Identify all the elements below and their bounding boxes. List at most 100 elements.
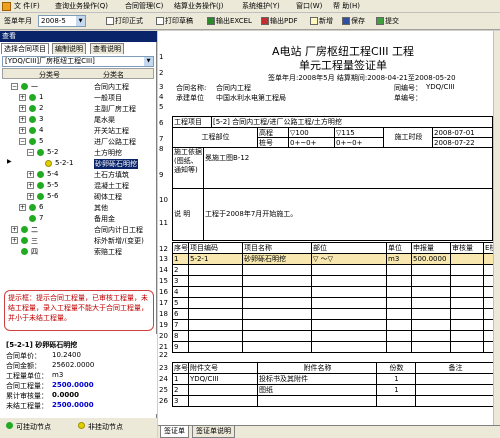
tree-node-name: 一般项目 (94, 94, 122, 102)
tree-node[interactable]: − 5-2 土方明挖 (2, 147, 154, 158)
basis-value[interactable]: 冕施工图B-12 (203, 147, 493, 189)
qty-cell-name[interactable] (242, 341, 312, 353)
row-number: 21 (159, 343, 168, 351)
expand-icon[interactable]: + (19, 116, 26, 123)
tree-node[interactable]: +5-5 混凝土工程 (2, 180, 154, 191)
tree-node-selected[interactable]: ▶ 5-2-1 砂卵砾石明挖 (2, 158, 154, 169)
contract-no: YDQ/CIII (426, 83, 455, 91)
tab-visa-notes[interactable]: 签证单说明 (192, 426, 235, 438)
menu-query[interactable]: 查询业务操作(Q) (55, 1, 108, 11)
row-number: 2 (159, 69, 164, 77)
node-dot-icon (21, 237, 28, 244)
collapse-icon[interactable]: − (27, 149, 34, 156)
expand-icon[interactable]: + (27, 193, 34, 200)
printer-icon (156, 17, 164, 25)
save-button[interactable]: 保存 (342, 15, 365, 27)
menu-contract[interactable]: 合同管理(C) (125, 1, 163, 11)
expand-icon[interactable]: + (11, 237, 18, 244)
tab-compile-notes[interactable]: 编制说明 (52, 43, 86, 54)
tree-node[interactable]: +5-4 土石方填筑 (2, 169, 154, 180)
info-audited: 0.0000 (52, 391, 80, 399)
period-value: 2008-5 (41, 17, 66, 25)
add-label: 新增 (319, 17, 333, 25)
print-formal-label: 打印正式 (115, 17, 143, 25)
tab-visa-sheet[interactable]: 签证单 (160, 426, 189, 438)
menu-system[interactable]: 系统维护(Y) (242, 1, 280, 11)
menu-settlement[interactable]: 结算业务操作(J) (174, 1, 224, 11)
menu-bar: 文 件(F) 查询业务操作(Q) 合同管理(C) 结算业务操作(J) 系统维护(… (0, 0, 500, 13)
tree-node[interactable]: 7 备用金 (2, 213, 154, 224)
qty-cell-code[interactable] (188, 341, 243, 353)
qty-cell-unit[interactable] (386, 341, 412, 353)
left-panel: 查看 选择合同项目 编制说明 查看说明 [YDQ/CIII]厂房枢纽工程CIII… (0, 31, 157, 438)
export-pdf-label: 输出PDF (270, 17, 298, 25)
vertical-scrollbar[interactable] (493, 31, 500, 425)
tree-node[interactable]: 四 索赔工程 (2, 246, 154, 257)
submit-button[interactable]: 提交 (376, 15, 399, 27)
node-dot-icon (37, 171, 44, 178)
node-dot-icon (45, 160, 52, 167)
expand-icon[interactable]: + (27, 182, 34, 189)
node-dot-icon (21, 83, 28, 90)
remark-value[interactable]: 工程于2008年7月开始施工。 (203, 188, 493, 241)
doc-subtitle: 单元工程量签证单 (299, 59, 387, 72)
tree-node[interactable]: +2 主副厂房工程 (2, 103, 154, 114)
att-cell-no[interactable] (188, 395, 258, 407)
att-cell-seq[interactable]: 3 (172, 395, 189, 407)
print-formal-button[interactable]: 打印正式 (106, 15, 143, 27)
info-item: [5-2-1] 砂卵砾石明挖 (6, 341, 78, 349)
tree-node-name: 合同内计日工程 (94, 226, 143, 234)
basis-label: 施工依据(图纸、通知等) (172, 147, 204, 189)
tree-node[interactable]: − 5 进厂公路工程 (2, 136, 154, 147)
collapse-icon[interactable]: − (19, 138, 26, 145)
node-dot-icon (29, 204, 36, 211)
tree-node-name: 土方明挖 (94, 149, 122, 157)
expand-icon[interactable]: + (19, 105, 26, 112)
chevron-down-icon: ▼ (144, 57, 153, 66)
expand-icon[interactable]: + (19, 204, 26, 211)
period-label: 施工时段 (383, 127, 433, 148)
tree-node-name: 进厂公路工程 (94, 138, 136, 146)
project-select-value: [YDQ/CIII]厂房枢纽工程CIII] (5, 57, 95, 65)
tree-node[interactable]: +1 一般项目 (2, 92, 154, 103)
tree-node[interactable]: +4 开关站工程 (2, 125, 154, 136)
expand-icon[interactable]: + (19, 127, 26, 134)
tree-node[interactable]: + 三 标外新增/(变更) (2, 235, 154, 246)
menu-help[interactable]: 帮 助(H) (333, 1, 360, 11)
tree-node-code: 5-5 (47, 181, 59, 189)
row-number: 7 (159, 135, 164, 143)
menu-file[interactable]: 文 件(F) (14, 1, 40, 11)
tab-view-notes[interactable]: 查看说明 (90, 43, 124, 54)
expand-icon[interactable]: + (27, 171, 34, 178)
tree-node[interactable]: − 一 合同内工程 (2, 81, 154, 92)
project-select[interactable]: [YDQ/CIII]厂房枢纽工程CIII] ▼ (2, 56, 154, 67)
row-number: 15 (159, 277, 168, 285)
add-button[interactable]: 新增 (310, 15, 333, 27)
part-label: 工程部位 (172, 127, 258, 148)
qty-cell-seq[interactable]: 9 (172, 341, 189, 353)
tree-node-code: 3 (39, 115, 44, 123)
export-pdf-button[interactable]: 输出PDF (261, 15, 298, 27)
att-cell-remark[interactable] (415, 395, 495, 407)
tree-node[interactable]: +3 尾水渠 (2, 114, 154, 125)
tree-node[interactable]: +6 其他 (2, 202, 154, 213)
att-cell-name[interactable] (257, 395, 377, 407)
info-unit-label: 工程量单位： (6, 372, 48, 380)
print-draft-button[interactable]: 打印草稿 (156, 15, 193, 27)
expand-icon[interactable]: + (11, 226, 18, 233)
tree-node-name: 砂卵砾石明挖 (94, 159, 138, 169)
tree-node[interactable]: + 二 合同内计日工程 (2, 224, 154, 235)
qty-cell-qty[interactable] (411, 341, 451, 353)
export-excel-button[interactable]: 输出EXCEL (207, 15, 252, 27)
qty-cell-audit[interactable] (450, 341, 484, 353)
tree-node[interactable]: +5-6 砌体工程 (2, 191, 154, 202)
att-cell-count[interactable] (376, 395, 416, 407)
qty-cell-part[interactable] (311, 341, 387, 353)
collapse-icon[interactable]: − (11, 83, 18, 90)
info-amount-label: 合同金额： (6, 362, 41, 370)
expand-icon[interactable]: + (19, 94, 26, 101)
period-select[interactable]: 2008-5 ▼ (38, 15, 86, 27)
menu-window[interactable]: 窗口(W) (296, 1, 322, 11)
toolbar: 签单年月 2008-5 ▼ 打印正式 打印草稿 输出EXCEL 输出PDF 新增… (0, 13, 500, 30)
tab-select-project[interactable]: 选择合同项目 (1, 43, 49, 54)
